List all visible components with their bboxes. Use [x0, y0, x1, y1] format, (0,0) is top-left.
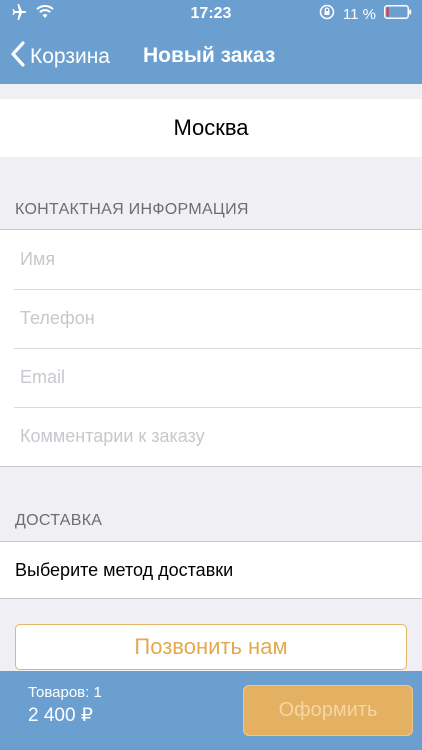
email-input[interactable] [20, 367, 422, 388]
navigation-bar: Корзина Новый заказ [0, 28, 422, 84]
page-title: Новый заказ [143, 44, 276, 67]
contact-section-header: КОНТАКТНАЯ ИНФОРМАЦИЯ [15, 201, 249, 218]
rotation-lock-icon [319, 4, 335, 24]
delivery-section-header: ДОСТАВКА [15, 512, 103, 529]
battery-icon [384, 5, 412, 23]
order-comment-input[interactable] [20, 426, 422, 447]
chevron-left-icon [10, 40, 26, 73]
comment-field-row [0, 407, 422, 466]
status-bar: 17:23 11 % [0, 0, 422, 28]
order-total: 2 400 ₽ [28, 705, 93, 726]
back-button[interactable]: Корзина [10, 40, 110, 73]
email-field-row [0, 348, 422, 407]
phone-field-row [0, 289, 422, 348]
order-summary-bar: Товаров: 1 2 400 ₽ Оформить [0, 671, 422, 750]
delivery-method-selector[interactable]: Выберите метод доставки [0, 541, 422, 599]
battery-fill [386, 7, 389, 17]
call-us-button[interactable]: Позвонить нам [15, 624, 407, 670]
battery-percent: 11 % [342, 5, 376, 23]
place-order-button[interactable]: Оформить [243, 685, 413, 736]
city-selector[interactable]: Москва [0, 99, 422, 157]
contact-form [0, 229, 422, 467]
back-button-label: Корзина [30, 44, 110, 68]
name-field-row [0, 230, 422, 289]
phone-input[interactable] [20, 308, 422, 329]
status-bar-right: 11 % [319, 4, 412, 24]
name-input[interactable] [20, 249, 422, 270]
items-count: Товаров: 1 [28, 684, 102, 701]
